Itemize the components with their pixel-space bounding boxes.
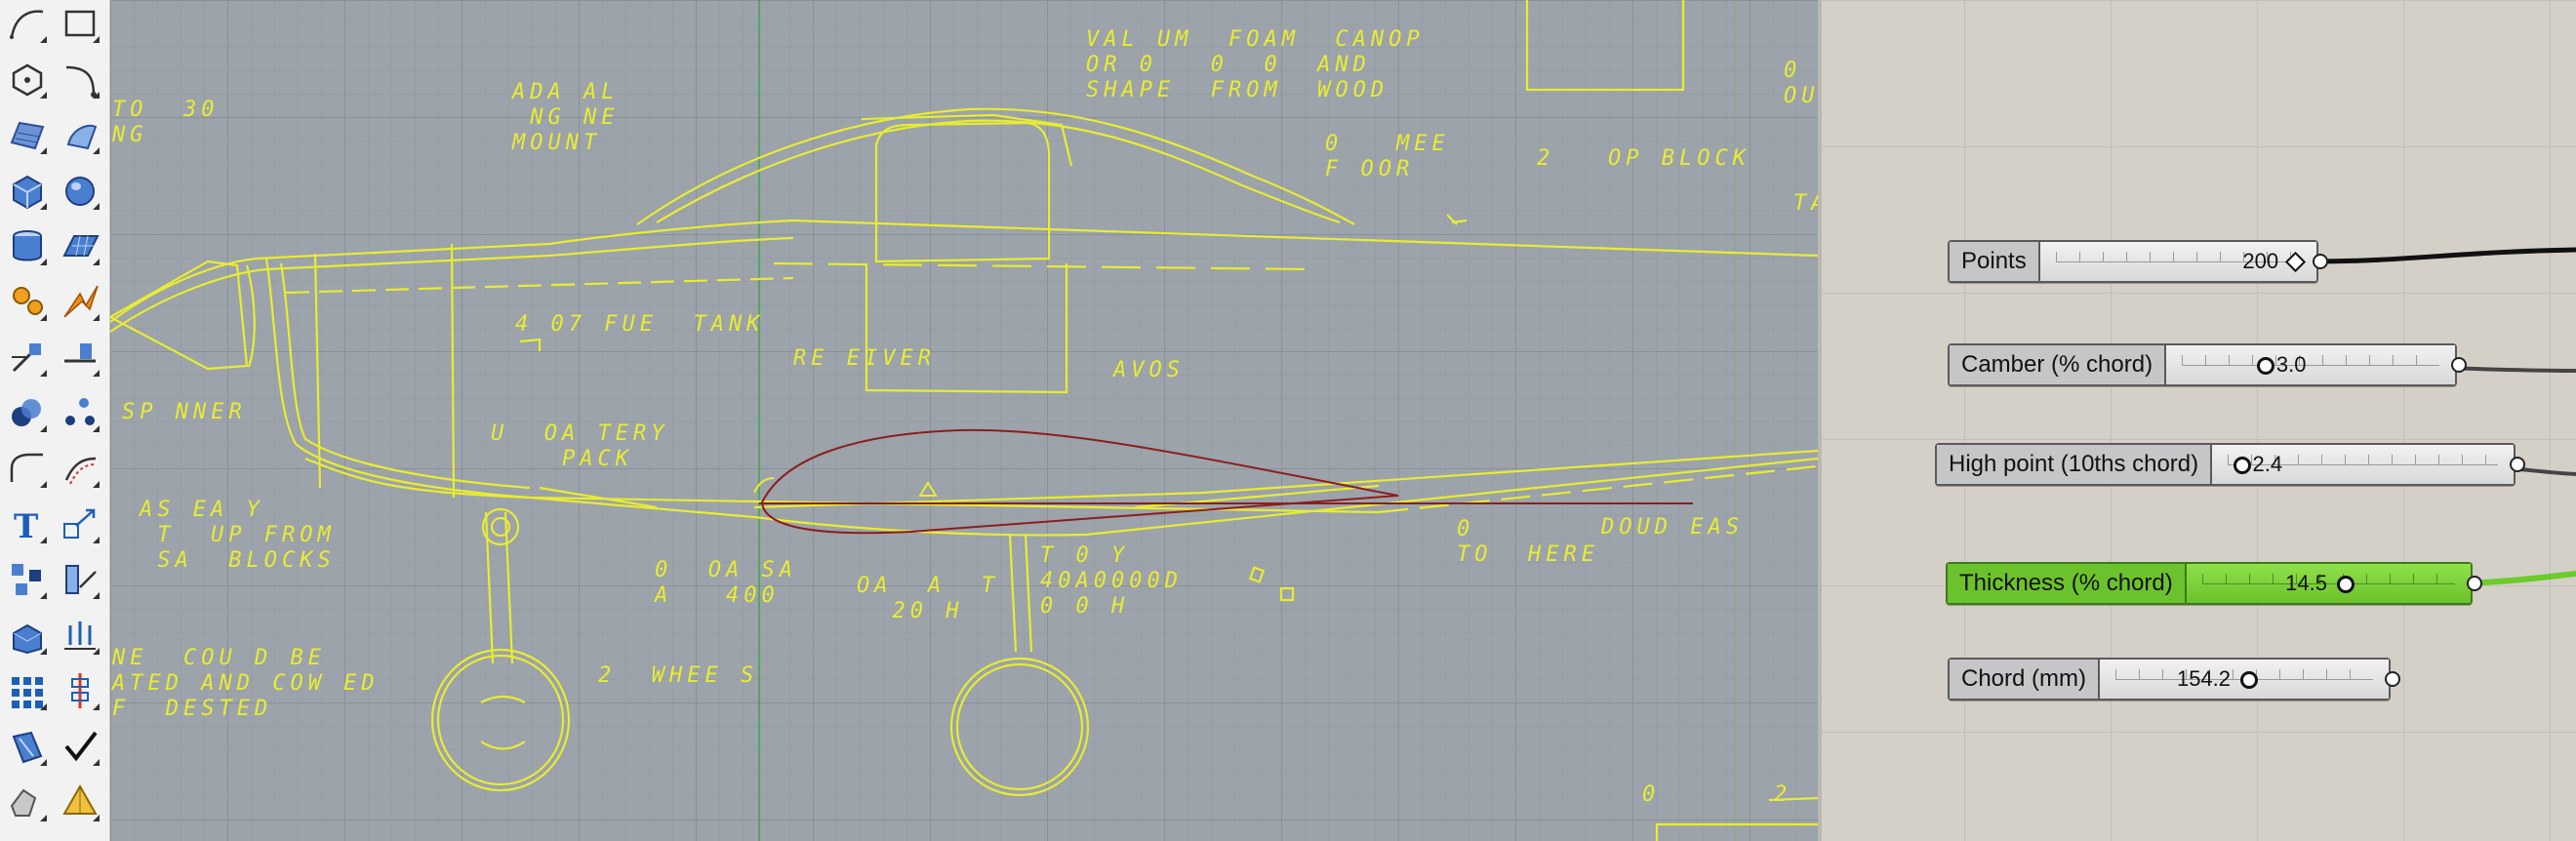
- blueprint-annotation: 4 07 FUE TANK: [515, 312, 765, 337]
- output-grip[interactable]: [2467, 576, 2482, 591]
- snap-icon[interactable]: [59, 669, 101, 712]
- blueprint-annotation: ADA AL NG NE MOUNT: [512, 80, 620, 155]
- slider-track[interactable]: 2.4: [2212, 445, 2514, 484]
- group-icon[interactable]: [6, 558, 49, 601]
- layer-icon[interactable]: [6, 725, 49, 768]
- blueprint-annotation: 0 TO HERE: [1457, 517, 1599, 567]
- blueprint-annotation: 0 OA SA A 400: [655, 558, 797, 608]
- blueprint-annotation: TO 30 NG: [112, 98, 220, 147]
- blueprint-annotation: 0: [1642, 782, 1661, 807]
- slider-value: 14.5: [2285, 571, 2327, 595]
- output-grip[interactable]: [2510, 457, 2525, 472]
- slider-track[interactable]: 154.2: [2100, 660, 2389, 699]
- sphere-solid-icon[interactable]: [59, 169, 101, 212]
- blueprint-annotation: 2 OP BLOCK: [1537, 146, 1751, 171]
- blueprint-annotation: SP NNER: [122, 400, 247, 424]
- output-grip[interactable]: [2313, 254, 2328, 269]
- slider-label: Points: [1950, 242, 2040, 281]
- blueprint-annotation: U OA TERY PACK: [491, 421, 669, 471]
- polygon-tool-icon[interactable]: [6, 58, 49, 100]
- render-icon[interactable]: [6, 781, 49, 823]
- blueprint-annotation: AVOS: [1113, 358, 1185, 382]
- node-canvas[interactable]: Points 200 Camber (% chord) 3.0 High point (…: [1818, 0, 2576, 841]
- scale-icon[interactable]: [59, 502, 101, 545]
- dimension-icon[interactable]: [59, 614, 101, 657]
- text-tool-icon[interactable]: T: [6, 502, 49, 545]
- rectangle-tool-icon[interactable]: [59, 2, 101, 45]
- arc-tool-icon[interactable]: [59, 58, 101, 100]
- slider-grip[interactable]: [2240, 671, 2258, 689]
- blueprint-annotation: TA A: [1793, 191, 1818, 216]
- output-grip[interactable]: [2385, 671, 2400, 687]
- slider-value: 200: [2242, 249, 2279, 273]
- slider-track[interactable]: 200: [2039, 242, 2316, 281]
- slider-value: 154.2: [2176, 666, 2232, 691]
- cylinder-solid-icon[interactable]: [6, 224, 49, 267]
- blueprint-annotation: RE EIVER: [793, 346, 936, 371]
- slider-label: Thickness (% chord): [1948, 564, 2187, 603]
- fillet-curve-icon[interactable]: [6, 447, 49, 490]
- viewport[interactable]: VAL UM FOAM CANOP OR 0 0 0 AND SHAPE FRO…: [110, 0, 1818, 841]
- slider-track[interactable]: 14.5: [2186, 564, 2471, 603]
- blueprint-annotation: NE COU D BE ATED AND COW ED F DESTED: [112, 646, 380, 721]
- blueprint-annotation: T 0 Y 40A0000D 0 0 H: [1040, 543, 1183, 619]
- slider-value: 3.0: [2275, 352, 2307, 377]
- slider-grip[interactable]: [2233, 457, 2251, 474]
- blueprint-annotation: 0 MEE F OOR: [1325, 132, 1450, 181]
- explode-icon[interactable]: [59, 280, 101, 323]
- blueprint-annotation: DOUD EAS: [1601, 515, 1744, 540]
- pipe-icon[interactable]: [59, 558, 101, 601]
- number-slider[interactable]: Points 200: [1948, 240, 2328, 283]
- blueprint-annotation: OA A T 20 H: [857, 574, 999, 623]
- offset-curve-icon[interactable]: [59, 447, 101, 490]
- puzzle-gear-icon[interactable]: [6, 280, 49, 323]
- points-icon[interactable]: [59, 391, 101, 434]
- sweep-surface-icon[interactable]: [59, 113, 101, 156]
- svg-text:T: T: [14, 507, 38, 545]
- blueprint-annotation: 0 OUL: [1784, 59, 1818, 108]
- curve-tool-icon[interactable]: [6, 2, 49, 45]
- number-slider[interactable]: Camber (% chord) 3.0: [1948, 343, 2467, 386]
- number-slider[interactable]: High point (10ths chord) 2.4: [1935, 443, 2525, 486]
- number-slider[interactable]: Chord (mm) 154.2: [1948, 658, 2400, 701]
- light-icon[interactable]: [59, 781, 101, 823]
- mesh-plane-icon[interactable]: [59, 224, 101, 267]
- blueprint-annotation: AS EA Y T UP FROM SA BLOCKS: [140, 498, 336, 573]
- extrude-icon[interactable]: [6, 614, 49, 657]
- trim-icon[interactable]: [6, 336, 49, 379]
- wires: [2314, 247, 2576, 586]
- surface-tool-icon[interactable]: [6, 113, 49, 156]
- slider-label: Camber (% chord): [1950, 345, 2167, 384]
- number-slider[interactable]: Thickness (% chord) 14.5: [1946, 562, 2482, 605]
- slider-ticks: [2182, 355, 2439, 366]
- slider-ticks: [2201, 574, 2455, 584]
- blueprint-annotation: 2 WHEE S: [598, 663, 759, 688]
- output-grip[interactable]: [2451, 357, 2467, 373]
- slider-label: High point (10ths chord): [1937, 445, 2213, 484]
- slider-grip[interactable]: [2256, 357, 2274, 375]
- check-icon[interactable]: [59, 725, 101, 768]
- slider-value: 2.4: [2252, 452, 2283, 476]
- split-icon[interactable]: [59, 336, 101, 379]
- array-icon[interactable]: [6, 669, 49, 712]
- blueprint-annotation: VAL UM FOAM CANOP OR 0 0 0 AND SHAPE FRO…: [1086, 27, 1425, 102]
- boolean-union-icon[interactable]: [6, 391, 49, 434]
- box-solid-icon[interactable]: [6, 169, 49, 212]
- slider-label: Chord (mm): [1950, 660, 2101, 699]
- slider-track[interactable]: 3.0: [2166, 345, 2455, 384]
- command-toolbar: T: [0, 0, 110, 841]
- slider-grip[interactable]: [2336, 576, 2355, 593]
- blueprint-annotation: 2: [1774, 782, 1792, 807]
